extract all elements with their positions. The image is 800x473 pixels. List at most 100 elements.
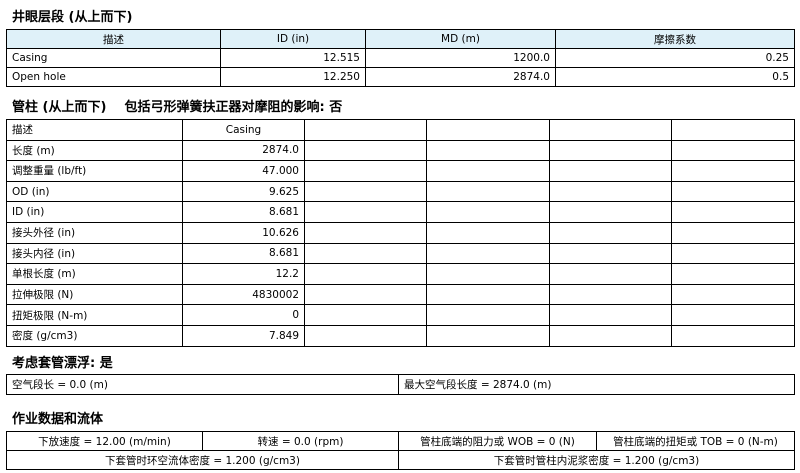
wellbore-cell: 0.5 xyxy=(555,67,795,87)
wellbore-header-friction: 摩擦系数 xyxy=(555,29,795,49)
empty-cell xyxy=(426,221,550,244)
table-row: ID (in) 8.681 xyxy=(6,201,795,223)
empty-cell xyxy=(671,283,795,306)
table-row: Casing 12.515 1200.0 0.25 xyxy=(6,48,795,68)
string-property-value: 2874.0 xyxy=(182,139,305,162)
string-property-label: 密度 (g/cm3) xyxy=(6,324,183,347)
floatation-table: 空气段长 = 0.0 (m) 最大空气段长度 = 2874.0 (m) xyxy=(6,374,795,395)
empty-cell xyxy=(549,242,672,265)
empty-cell xyxy=(549,139,672,162)
wellbore-section-title: 井眼层段 (从上而下) xyxy=(12,10,133,25)
string-property-label: 扭矩极限 (N-m) xyxy=(6,304,183,326)
table-row: 空气段长 = 0.0 (m) 最大空气段长度 = 2874.0 (m) xyxy=(6,374,795,395)
string-property-label: ID (in) xyxy=(6,201,183,223)
empty-cell xyxy=(304,201,427,223)
string-property-value: 9.625 xyxy=(182,180,305,203)
table-row: 调整重量 (lb/ft) 47.000 xyxy=(6,160,795,182)
table-row: 单根长度 (m) 12.2 xyxy=(6,263,795,285)
wellbore-cell: 12.250 xyxy=(220,67,366,87)
rpm-cell: 转速 = 0.0 (rpm) xyxy=(202,431,399,451)
string-property-value: 47.000 xyxy=(182,160,305,182)
empty-cell xyxy=(304,324,427,347)
string-property-value: Casing xyxy=(182,119,305,141)
floatation-section-title: 考虑套管漂浮: 是 xyxy=(12,356,113,371)
table-row: 长度 (m) 2874.0 xyxy=(6,139,795,162)
empty-cell xyxy=(426,304,550,326)
empty-cell xyxy=(549,324,672,347)
wellbore-header-description: 描述 xyxy=(6,29,221,49)
string-property-label: 长度 (m) xyxy=(6,139,183,162)
string-property-value: 7.849 xyxy=(182,324,305,347)
empty-cell xyxy=(426,263,550,285)
string-property-label: OD (in) xyxy=(6,180,183,203)
tob-cell: 管柱底端的扭矩或 TOB = 0 (N-m) xyxy=(596,431,795,451)
table-row: 密度 (g/cm3) 7.849 xyxy=(6,324,795,347)
table-row: 描述 Casing xyxy=(6,119,795,141)
empty-cell xyxy=(549,283,672,306)
empty-cell xyxy=(549,304,672,326)
wellbore-cell: 12.515 xyxy=(220,48,366,68)
empty-cell xyxy=(671,160,795,182)
string-property-value: 0 xyxy=(182,304,305,326)
string-table: 描述 Casing 长度 (m) 2874.0 调整重量 (lb/ft) 47.000 OD… xyxy=(6,119,795,347)
empty-cell xyxy=(304,283,427,306)
table-row: 接头外径 (in) 10.626 xyxy=(6,221,795,244)
table-row: OD (in) 9.625 xyxy=(6,180,795,203)
empty-cell xyxy=(304,180,427,203)
empty-cell xyxy=(671,119,795,141)
empty-cell xyxy=(549,119,672,141)
table-row: 拉伸极限 (N) 4830002 xyxy=(6,283,795,306)
operations-table: 下放速度 = 12.00 (m/min) 转速 = 0.0 (rpm) 管柱底端… xyxy=(6,431,795,470)
table-row: 下套管时环空流体密度 = 1.200 (g/cm3) 下套管时管柱内泥浆密度 =… xyxy=(6,450,795,470)
empty-cell xyxy=(426,180,550,203)
wellbore-cell: Casing xyxy=(6,48,221,68)
table-row: 接头内径 (in) 8.681 xyxy=(6,242,795,265)
string-property-label: 调整重量 (lb/ft) xyxy=(6,160,183,182)
string-property-label: 接头外径 (in) xyxy=(6,221,183,244)
empty-cell xyxy=(426,283,550,306)
wellbore-cell: 1200.0 xyxy=(365,48,556,68)
string-property-value: 10.626 xyxy=(182,221,305,244)
string-property-label: 接头内径 (in) xyxy=(6,242,183,265)
empty-cell xyxy=(671,242,795,265)
empty-cell xyxy=(671,201,795,223)
wellbore-header-md: MD (m) xyxy=(365,29,556,49)
empty-cell xyxy=(549,221,672,244)
string-mud-density-cell: 下套管时管柱内泥浆密度 = 1.200 (g/cm3) xyxy=(398,450,795,470)
empty-cell xyxy=(671,139,795,162)
empty-cell xyxy=(304,263,427,285)
empty-cell xyxy=(304,242,427,265)
empty-cell xyxy=(671,304,795,326)
empty-cell xyxy=(304,139,427,162)
empty-cell xyxy=(549,180,672,203)
max-air-length-cell: 最大空气段长度 = 2874.0 (m) xyxy=(398,374,795,395)
empty-cell xyxy=(304,304,427,326)
empty-cell xyxy=(549,263,672,285)
empty-cell xyxy=(426,160,550,182)
wob-cell: 管柱底端的阻力或 WOB = 0 (N) xyxy=(398,431,597,451)
table-row: Open hole 12.250 2874.0 0.5 xyxy=(6,67,795,87)
air-length-cell: 空气段长 = 0.0 (m) xyxy=(6,374,399,395)
empty-cell xyxy=(671,263,795,285)
wellbore-cell: 0.25 xyxy=(555,48,795,68)
wellbore-cell: Open hole xyxy=(6,67,221,87)
wellbore-header-id: ID (in) xyxy=(220,29,366,49)
table-row: 扭矩极限 (N-m) 0 xyxy=(6,304,795,326)
empty-cell xyxy=(549,160,672,182)
operations-section-title: 作业数据和流体 xyxy=(12,412,104,427)
trip-speed-cell: 下放速度 = 12.00 (m/min) xyxy=(6,431,203,451)
table-row: 下放速度 = 12.00 (m/min) 转速 = 0.0 (rpm) 管柱底端… xyxy=(6,431,795,451)
empty-cell xyxy=(426,201,550,223)
string-property-label: 单根长度 (m) xyxy=(6,263,183,285)
empty-cell xyxy=(426,242,550,265)
wellbore-header-row: 描述 ID (in) MD (m) 摩擦系数 xyxy=(6,29,795,49)
empty-cell xyxy=(304,119,427,141)
empty-cell xyxy=(671,221,795,244)
empty-cell xyxy=(426,324,550,347)
string-section-title: 管柱 (从上而下) 包括弓形弹簧扶正器对摩阻的影响: 否 xyxy=(12,100,343,115)
empty-cell xyxy=(671,180,795,203)
empty-cell xyxy=(426,139,550,162)
string-property-value: 8.681 xyxy=(182,201,305,223)
string-property-label: 描述 xyxy=(6,119,183,141)
string-property-value: 12.2 xyxy=(182,263,305,285)
